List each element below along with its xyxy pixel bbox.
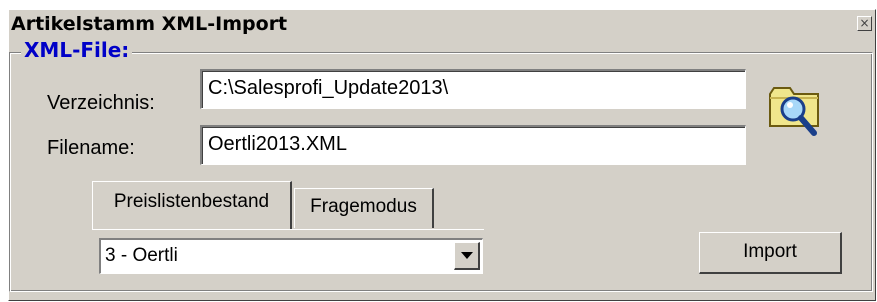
- filename-label: Filename:: [47, 137, 135, 159]
- close-button[interactable]: ×: [857, 16, 872, 31]
- tab-strip-divider: [92, 229, 484, 230]
- caption-strip: [0, 0, 877, 9]
- close-icon: ×: [859, 16, 870, 30]
- folder-search-icon: [769, 87, 819, 136]
- chevron-down-icon: [461, 252, 473, 259]
- browse-button[interactable]: [766, 80, 832, 142]
- tab-preislistenbestand[interactable]: Preislistenbestand: [92, 181, 292, 230]
- window-title: Artikelstamm XML-Import: [11, 13, 288, 35]
- pricelist-select-value: 3 - Oertli: [105, 245, 178, 266]
- import-dialog: Artikelstamm XML-Import × XML-File: Verz…: [8, 9, 876, 301]
- directory-label: Verzeichnis:: [47, 92, 155, 114]
- tab-fragemodus[interactable]: Fragemodus: [294, 188, 434, 228]
- title-bar[interactable]: Artikelstamm XML-Import ×: [9, 10, 875, 38]
- pricelist-select[interactable]: 3 - Oertli: [99, 238, 483, 274]
- import-button[interactable]: Import: [699, 232, 842, 274]
- group-label: XML-File:: [21, 38, 133, 62]
- filename-input[interactable]: Oertli2013.XML: [200, 125, 746, 165]
- pricelist-dropdown-button[interactable]: [454, 242, 480, 270]
- directory-input[interactable]: C:\Salesprofi_Update2013\: [200, 69, 746, 109]
